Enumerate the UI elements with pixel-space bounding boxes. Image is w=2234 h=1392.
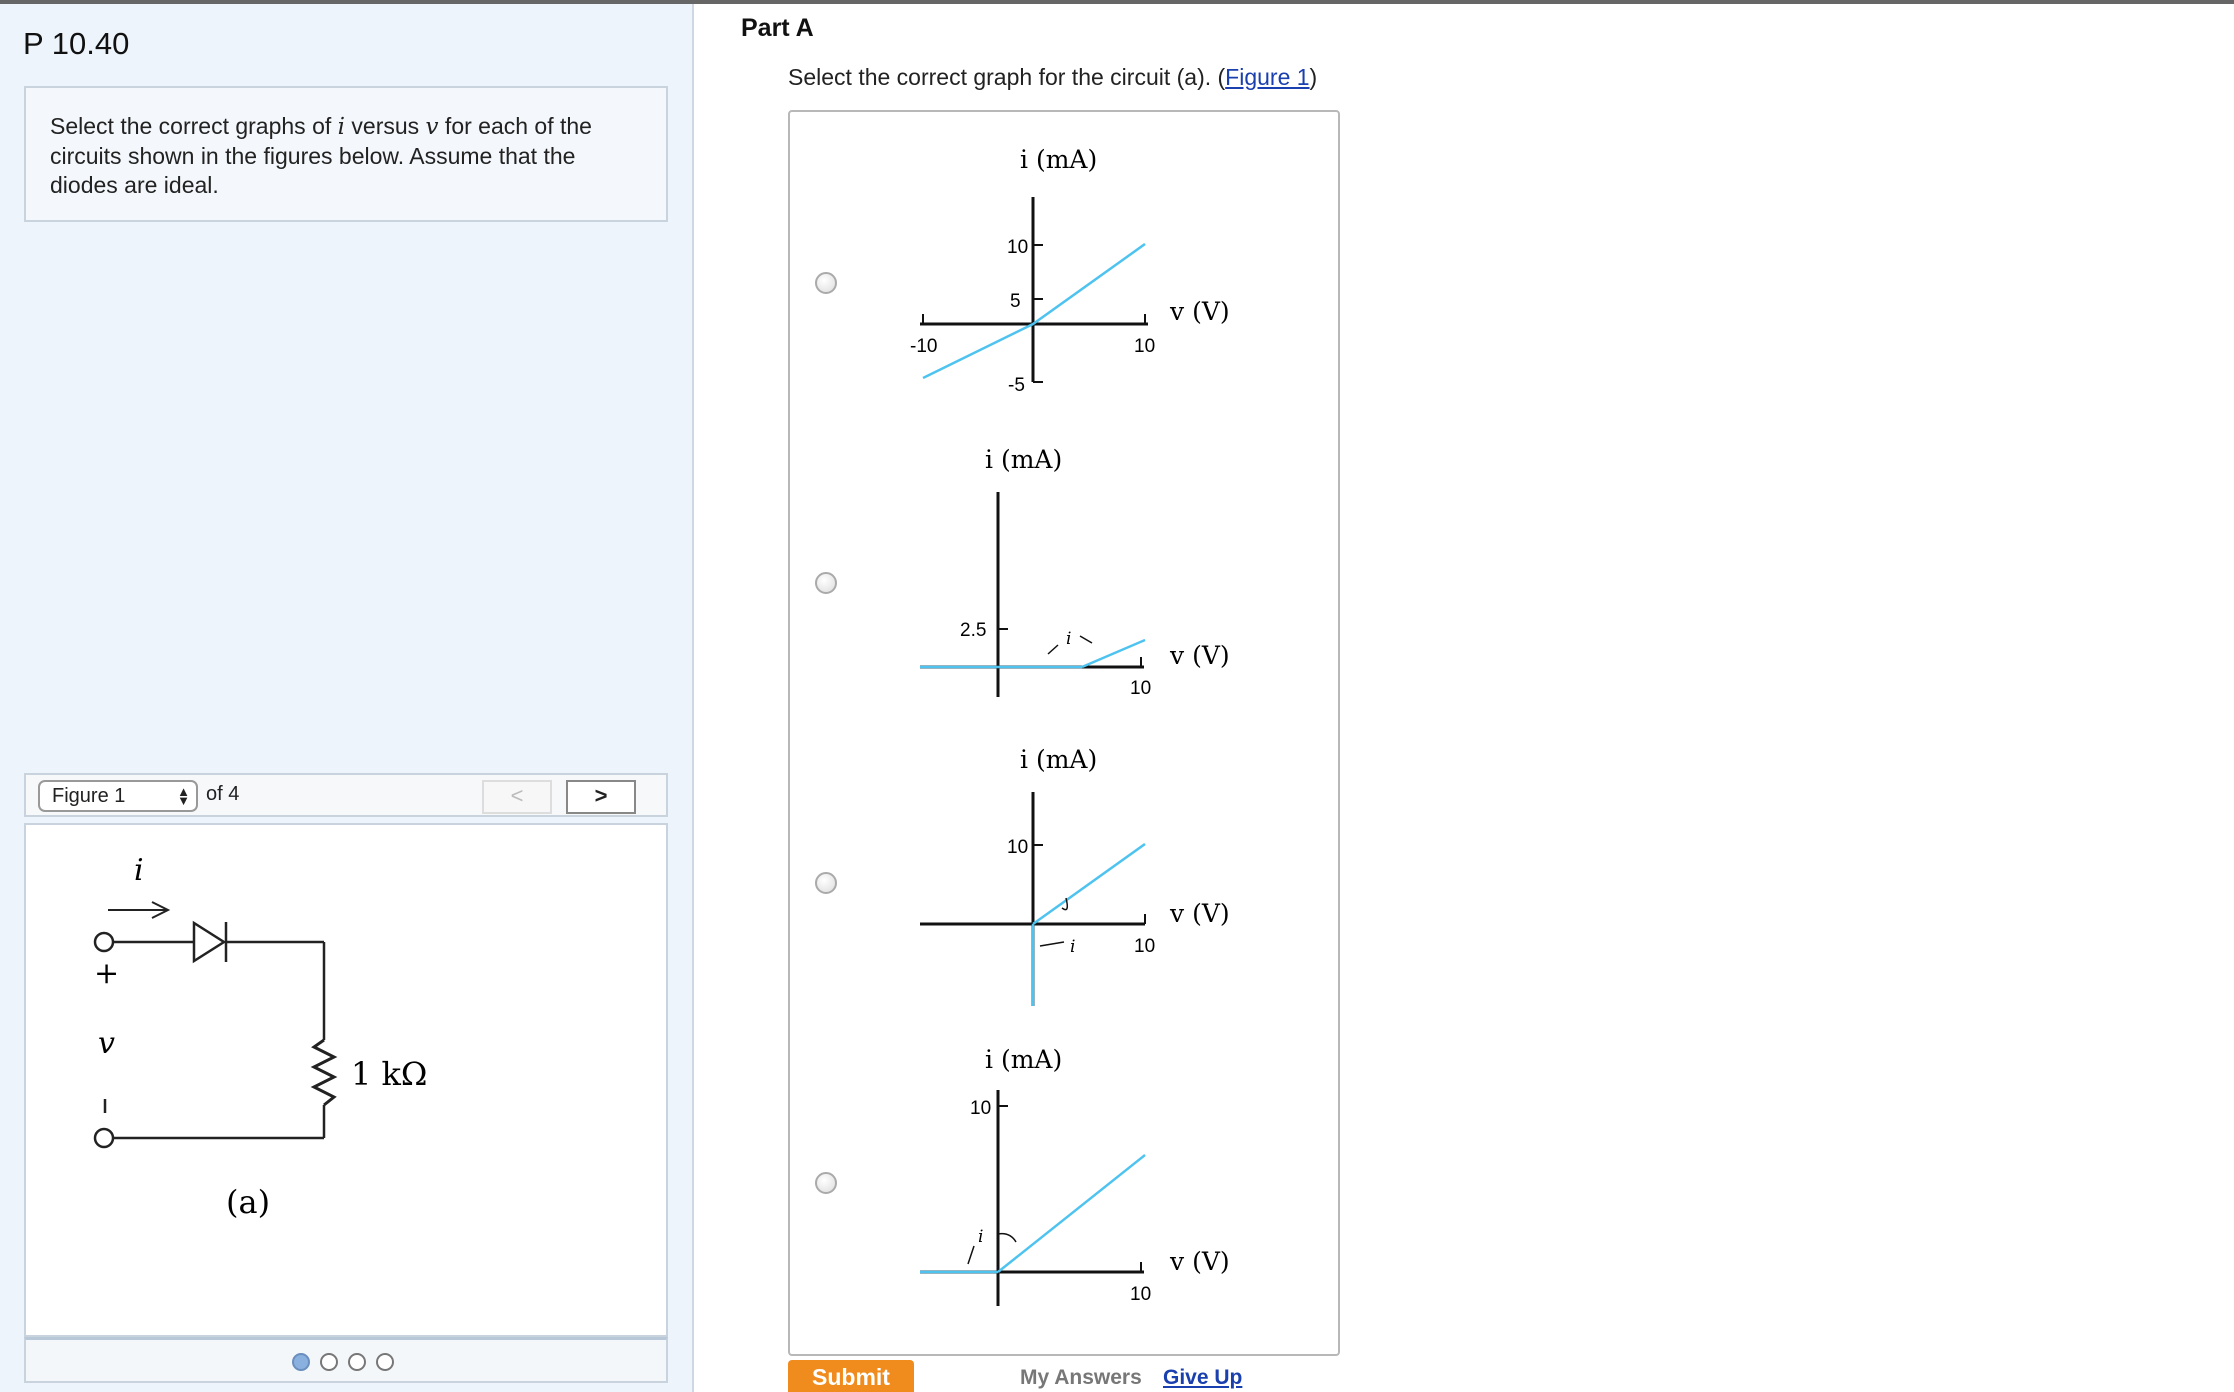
page-dot-2[interactable] xyxy=(320,1353,338,1371)
figure-panel: i 1 kΩ + v (a) xyxy=(24,823,668,1337)
part-a-question: Select the correct graph for the circuit… xyxy=(788,64,1317,91)
option-1-graph: i (mA) 10 5 -5 -10 10 v (V) xyxy=(910,145,1230,396)
option-1-tick-label-xm10: -10 xyxy=(910,336,937,357)
select-arrows-icon: ▲ ▼ xyxy=(177,784,190,808)
option-3-note-arrow-left xyxy=(1039,941,1065,947)
part-a-heading: Part A xyxy=(741,14,814,42)
option-3-note: i xyxy=(1070,937,1075,957)
var-v: v xyxy=(425,114,439,140)
option-4-tick-label-10: 10 xyxy=(970,1098,991,1119)
question-suffix: ) xyxy=(1309,64,1318,90)
option-4-graph: i (mA) 10 10 v (V) i xyxy=(920,1045,1230,1306)
option-4-y-label: i (mA) xyxy=(985,1045,1062,1074)
option-2-y-label: i (mA) xyxy=(985,445,1062,474)
figure-caption: (a) xyxy=(226,1183,270,1221)
option-3-tick-label-10: 10 xyxy=(1007,837,1028,858)
next-figure-button[interactable]: > xyxy=(566,780,636,814)
submit-button[interactable]: Submit xyxy=(788,1360,914,1392)
option-1-tick-label-10: 10 xyxy=(1007,237,1028,258)
diode-symbol xyxy=(192,920,227,964)
option-1-radio[interactable] xyxy=(815,272,837,294)
problem-text-1: Select the correct graphs of xyxy=(50,113,338,139)
option-3-graph: i (mA) 10 10 v (V) i xyxy=(920,745,1230,1006)
option-4-note: i xyxy=(978,1227,983,1247)
top-terminal xyxy=(93,931,115,953)
figure-select[interactable]: Figure 1 ▲ ▼ xyxy=(38,780,198,812)
var-i: i xyxy=(337,114,346,140)
page-dot-3[interactable] xyxy=(348,1353,366,1371)
option-1-tick-label-m5: -5 xyxy=(1008,375,1025,396)
option-1-tick-label-x10: 10 xyxy=(1134,336,1155,357)
figure-navigation-bar: Figure 1 ▲ ▼ of 4 < > xyxy=(24,773,668,817)
option-1-y-label: i (mA) xyxy=(1020,145,1097,174)
option-4-note-arrow-right xyxy=(997,1232,1017,1243)
option-1-tick-label-5: 5 xyxy=(1010,291,1021,312)
option-4-x-label: v (V) xyxy=(1169,1247,1230,1276)
option-3-tick-label-x10: 10 xyxy=(1134,936,1155,957)
plus-sign: + xyxy=(94,956,119,991)
option-2-tick-label-2p5: 2.5 xyxy=(960,620,986,641)
resistor-label: 1 kΩ xyxy=(351,1055,427,1093)
option-1-x-label: v (V) xyxy=(1169,297,1230,326)
option-2-x-label: v (V) xyxy=(1169,641,1230,670)
page-dot-4[interactable] xyxy=(376,1353,394,1371)
figure-1-link[interactable]: Figure 1 xyxy=(1225,64,1309,90)
figure-select-value: Figure 1 xyxy=(52,785,126,807)
problem-statement: Select the correct graphs of i versus v … xyxy=(24,86,668,222)
option-3-curve-slope xyxy=(1032,842,1146,926)
figure-pagination xyxy=(24,1337,668,1383)
previous-figure-button[interactable]: < xyxy=(482,780,552,814)
option-3-x-label: v (V) xyxy=(1169,899,1230,928)
problem-title: P 10.40 xyxy=(23,26,130,61)
voltage-label: v xyxy=(98,1026,115,1061)
option-2-graph: i (mA) 2.5 10 v (V) i xyxy=(920,445,1230,699)
my-answers-link[interactable]: My Answers xyxy=(1020,1366,1142,1390)
bottom-terminal xyxy=(93,1127,115,1149)
current-label: i xyxy=(134,853,144,888)
option-2-note-arrow-right xyxy=(1079,635,1093,644)
option-3-y-label: i (mA) xyxy=(1020,745,1097,774)
option-2-tick-label-x10: 10 xyxy=(1130,678,1151,699)
answer-choices: i (mA) 10 5 -5 -10 10 v (V) i (mA) 2.5 1… xyxy=(788,110,1340,1356)
give-up-link[interactable]: Give Up xyxy=(1163,1366,1242,1390)
figure-count: of 4 xyxy=(206,783,240,805)
option-4-tick-label-x10: 10 xyxy=(1130,1284,1151,1305)
option-2-radio[interactable] xyxy=(815,572,837,594)
resistor-symbol xyxy=(310,1038,338,1107)
option-2-curve-slope xyxy=(1081,638,1146,669)
option-2-note: i xyxy=(1066,629,1071,649)
option-4-curve-slope xyxy=(997,1154,1146,1273)
option-2-note-arrow-left xyxy=(1047,644,1059,655)
option-3-radio[interactable] xyxy=(815,872,837,894)
option-4-radio[interactable] xyxy=(815,1172,837,1194)
page-dot-1[interactable] xyxy=(292,1353,310,1371)
question-text: Select the correct graph for the circuit… xyxy=(788,64,1226,90)
circuit-diagram: i 1 kΩ + v (a) xyxy=(93,853,427,1221)
option-4-note-arrow-left xyxy=(967,1245,975,1265)
problem-text-2: versus xyxy=(345,113,426,139)
